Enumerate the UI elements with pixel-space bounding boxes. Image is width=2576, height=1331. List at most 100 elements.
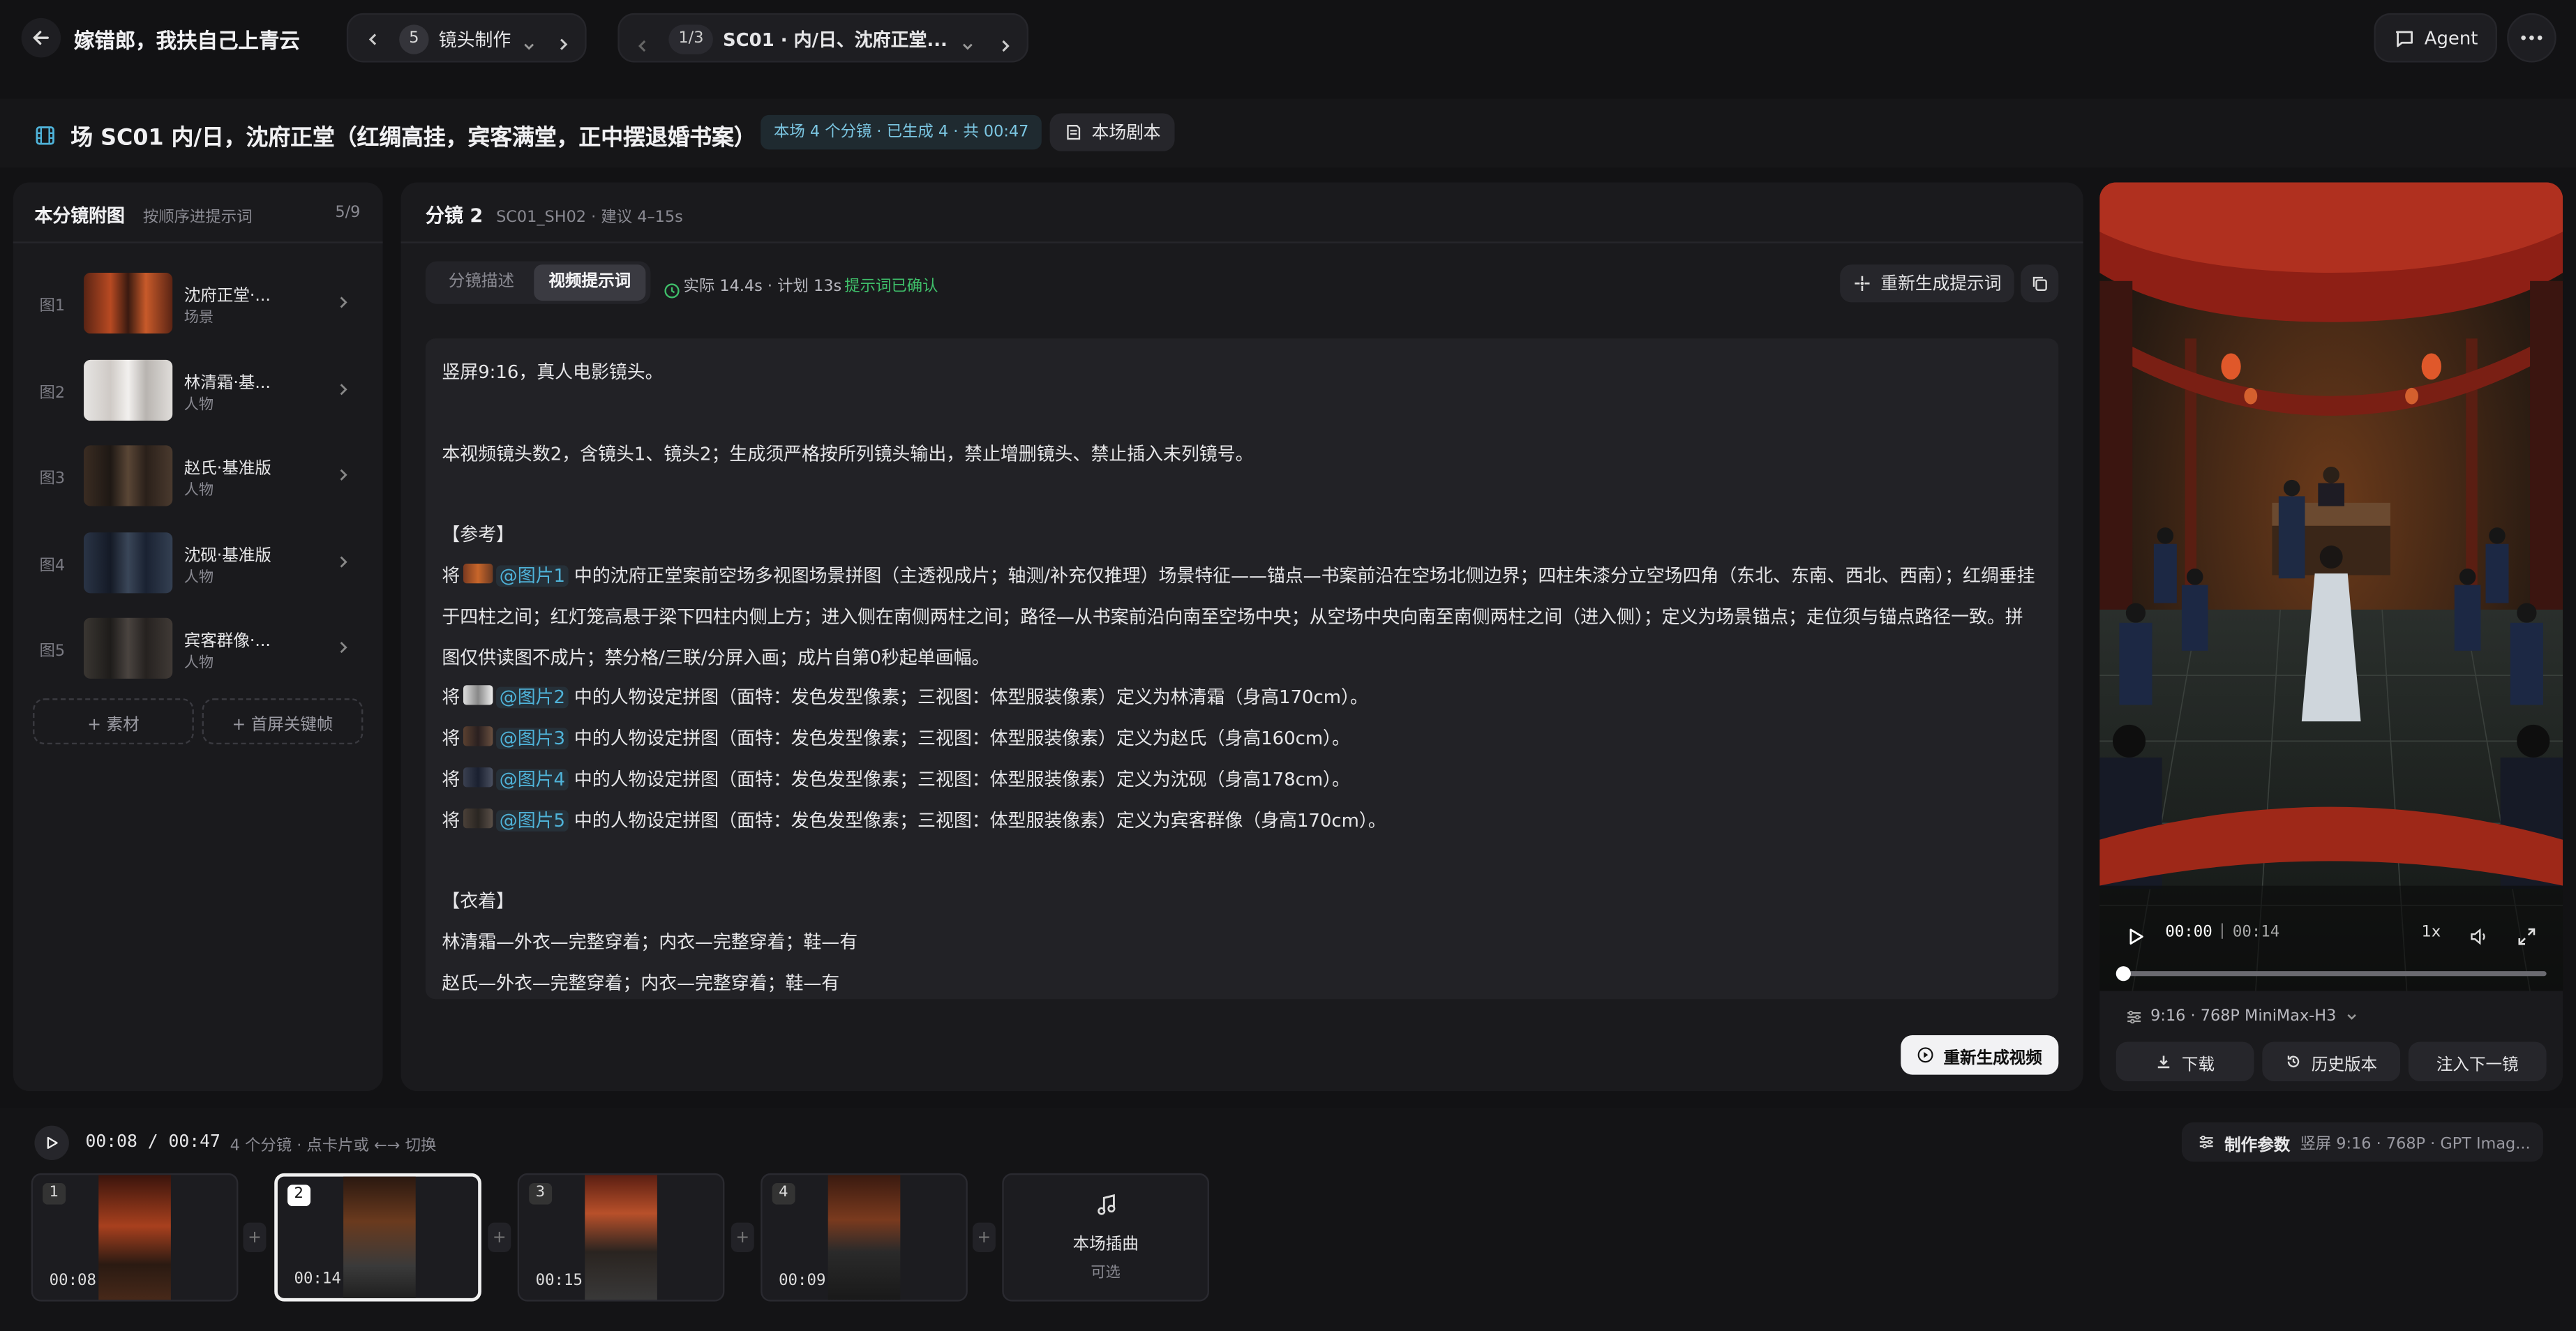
inject-next-button[interactable]: 注入下一镜 [2408, 1042, 2547, 1081]
ref-tag-5[interactable]: @图片5 [496, 809, 569, 831]
play-icon[interactable] [2126, 922, 2146, 953]
prompt-tabs: 分镜描述 视频提示词 [425, 261, 651, 304]
sidebar-reference-item[interactable]: 图4 沈砚·基准版 人物 [33, 525, 361, 598]
reference-index: 图5 [39, 642, 66, 661]
volume-icon[interactable] [2469, 922, 2489, 953]
clip-number: 3 [529, 1183, 552, 1205]
insert-shot-button[interactable]: + [243, 1222, 267, 1252]
sidebar-reference-item[interactable]: 图5 宾客群像·... 人物 [33, 612, 361, 684]
clip-number: 2 [287, 1185, 310, 1207]
sparkle-icon [1854, 276, 1869, 291]
regenerate-prompt-button[interactable]: 重新生成提示词 [1840, 264, 2014, 303]
project-title: 嫁错郎，我扶自己上青云 [73, 28, 300, 53]
reference-type: 人物 [184, 569, 214, 587]
add-keyframe-button[interactable]: + 首屏关键帧 [202, 698, 364, 745]
chevron-down-icon[interactable] [521, 29, 537, 61]
music-icon [1098, 1194, 1116, 1215]
ref-tag-2[interactable]: @图片2 [496, 688, 569, 709]
reference-thumbnail [84, 618, 173, 679]
prompt-reference-5: 将 @图片5 中的人物设定拼图（面特：发色发型像素；三视图：体型服装像素）定义为宾… [442, 802, 2035, 842]
script-label: 本场剧本 [1091, 123, 1161, 143]
chevron-down-icon[interactable] [959, 29, 976, 61]
clip-duration: 00:09 [779, 1272, 826, 1291]
chevron-right-icon [340, 556, 347, 568]
sidebar-reference-item[interactable]: 图2 林清霜·基... 人物 [33, 352, 361, 425]
prompt-section-heading: 【衣着】 [442, 891, 514, 913]
scene-selector[interactable]: SC01 · 内/日、沈府正堂... [723, 27, 948, 53]
clock-icon [664, 274, 680, 306]
prompt-line: 林清霜—外衣—完整穿着；内衣—完整穿着；鞋—有 [442, 931, 858, 954]
playback-speed[interactable]: 1x [2422, 924, 2441, 942]
regenerate-prompt-label: 重新生成提示词 [1880, 274, 2002, 294]
chevron-right-icon [340, 469, 347, 481]
ref-tag-3[interactable]: @图片3 [496, 728, 569, 750]
regenerate-video-button[interactable]: 重新生成视频 [1901, 1035, 2059, 1075]
reference-name: 林清霜·基... [184, 374, 271, 393]
clip-duration: 00:15 [535, 1272, 583, 1291]
sidebar-title: 本分镜附图 [34, 205, 125, 227]
clip-duration: 00:08 [49, 1272, 97, 1291]
scene-title: 场 SC01 内/日，沈府正堂（红绸高挂，宾客满堂，正中摆退婚书案） [70, 125, 756, 151]
sidebar-reference-item[interactable]: 图3 赵氏·基准版 人物 [33, 439, 361, 511]
download-button[interactable]: 下载 [2116, 1042, 2254, 1081]
progress-handle[interactable] [2116, 966, 2131, 982]
add-material-button[interactable]: + 素材 [33, 698, 194, 745]
progress-track[interactable] [2116, 966, 2547, 982]
history-button[interactable]: 历史版本 [2262, 1042, 2401, 1081]
sidebar-reference-item[interactable]: 图1 沈府正堂·... 场景 [33, 266, 361, 339]
insert-shot-button[interactable]: + [972, 1222, 996, 1252]
chevron-left-icon[interactable] [634, 29, 651, 61]
shot-clip-card[interactable]: 4 00:09 [761, 1173, 968, 1302]
step-label[interactable]: 镜头制作 [439, 27, 511, 53]
scene-script-button[interactable]: 本场剧本 [1049, 113, 1175, 151]
timeline-hint: 4 个分镜 · 点卡片或 ←→ 切换 [230, 1137, 437, 1155]
prompt-editor[interactable]: 竖屏9:16，真人电影镜头。 本视频镜头数2，含镜头1、镜头2；生成须严格按所列… [425, 338, 2059, 1000]
ref-tag-4[interactable]: @图片4 [496, 769, 569, 790]
insert-shot-button[interactable]: + [488, 1222, 511, 1252]
reference-type: 人物 [184, 483, 214, 500]
shot-clip-card[interactable]: 2 00:14 [274, 1173, 481, 1302]
clip-number: 1 [43, 1183, 66, 1205]
reference-thumbnail [84, 273, 173, 334]
reference-name: 沈砚·基准版 [184, 546, 271, 565]
video-spec-selector[interactable]: 9:16 · 768P MiniMax-H3 [2126, 1007, 2359, 1025]
reference-thumbnail [84, 445, 173, 506]
time-separator: | [2219, 922, 2225, 940]
reference-index: 图4 [39, 557, 66, 575]
back-button[interactable] [21, 17, 61, 58]
reference-index: 图3 [39, 470, 66, 489]
shot-clip-card[interactable]: 1 00:08 [31, 1173, 239, 1302]
music-card[interactable]: 本场插曲 可选 [1002, 1173, 1209, 1302]
tab-shot-description[interactable]: 分镜描述 [429, 264, 534, 301]
timing-info: 实际 14.4s · 计划 13s [683, 278, 842, 296]
chevron-right-icon[interactable] [555, 28, 572, 59]
clip-duration: 00:14 [294, 1270, 341, 1288]
back-arrow-icon [33, 31, 49, 45]
ref-tag-1[interactable]: @图片1 [496, 565, 569, 587]
settings-icon [2127, 1009, 2141, 1023]
reference-thumbnail [84, 532, 173, 593]
timeline-play-button[interactable] [34, 1125, 69, 1161]
ref-thumb [463, 563, 493, 584]
shot-clip-card[interactable]: 3 00:15 [517, 1173, 725, 1302]
fullscreen-icon[interactable] [2517, 922, 2536, 953]
step-number: 5 [399, 24, 429, 54]
video-preview[interactable]: 00:00 | 00:14 1x [2099, 182, 2563, 991]
prompt-reference-2: 将 @图片2 中的人物设定拼图（面特：发色发型像素；三视图：体型服装像素）定义为林… [442, 679, 2035, 720]
chevron-right-icon[interactable] [997, 29, 1014, 61]
copy-prompt-button[interactable] [2021, 264, 2059, 303]
production-params-button[interactable]: 制作参数 竖屏 9:16 · 768P · GPT Imag... [2181, 1122, 2543, 1162]
reference-name: 宾客群像·... [184, 633, 271, 652]
clip-thumbnail [585, 1175, 657, 1300]
reference-index: 图1 [39, 297, 66, 316]
video-spec-label: 9:16 · 768P MiniMax-H3 [2150, 1007, 2337, 1025]
agent-button[interactable]: Agent [2374, 13, 2497, 63]
chevron-left-icon[interactable] [361, 28, 384, 51]
insert-shot-button[interactable]: + [731, 1222, 754, 1252]
prompt-line: 赵氏—外衣—完整穿着；内衣—完整穿着；鞋—有 [442, 972, 840, 995]
play-icon [47, 1136, 58, 1149]
tab-video-prompt[interactable]: 视频提示词 [534, 264, 646, 301]
more-button[interactable] [2507, 13, 2556, 63]
duration: 00:14 [2232, 923, 2280, 942]
reference-thumbnail [84, 359, 173, 421]
